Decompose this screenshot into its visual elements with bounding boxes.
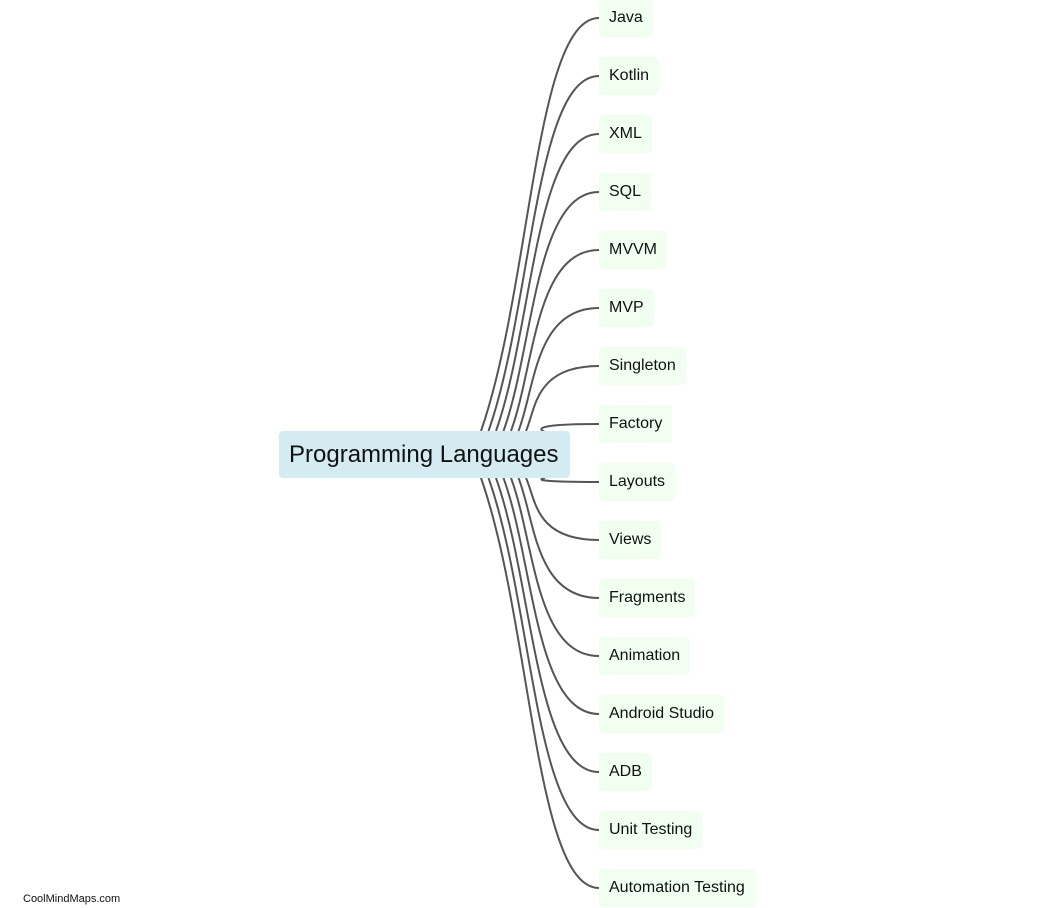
child-node[interactable]: Android Studio	[599, 695, 724, 733]
edge-connector	[495, 133, 600, 432]
child-node[interactable]: Automation Testing	[599, 869, 755, 907]
child-node[interactable]: Java	[599, 0, 653, 37]
child-node[interactable]: Views	[599, 521, 662, 559]
edge-connector	[517, 307, 600, 432]
child-node-label: MVVM	[609, 241, 657, 258]
child-node-label: Unit Testing	[609, 821, 693, 838]
child-node[interactable]: MVVM	[599, 231, 667, 269]
child-node[interactable]: Layouts	[599, 463, 676, 501]
child-node-label: SQL	[609, 183, 642, 200]
child-node[interactable]: Animation	[599, 637, 691, 675]
child-node-label: Automation Testing	[609, 879, 745, 896]
edge-connector	[525, 365, 600, 432]
child-node[interactable]: Unit Testing	[599, 811, 703, 849]
edge-connector	[525, 477, 600, 541]
edge-connector	[517, 477, 600, 599]
child-node[interactable]: MVP	[599, 289, 654, 327]
child-node[interactable]: Fragments	[599, 579, 696, 617]
child-node[interactable]: Factory	[599, 405, 673, 443]
child-node[interactable]: XML	[599, 115, 652, 153]
child-node-label: Java	[609, 9, 643, 26]
child-node-label: Android Studio	[609, 705, 714, 722]
edge-connector	[540, 477, 600, 483]
child-node-label: MVP	[609, 299, 644, 316]
watermark: CoolMindMaps.com	[23, 893, 121, 905]
child-node[interactable]: SQL	[599, 173, 652, 211]
child-node-label: XML	[609, 125, 642, 142]
child-node[interactable]: Singleton	[599, 347, 686, 385]
root-node[interactable]: Programming Languages	[279, 431, 570, 478]
child-node[interactable]: Kotlin	[599, 57, 660, 95]
child-node-label: Layouts	[609, 473, 666, 490]
child-node-label: ADB	[609, 763, 642, 780]
child-node-label: Views	[609, 531, 652, 548]
child-node[interactable]: ADB	[599, 753, 652, 791]
edge-connector	[480, 17, 600, 432]
child-node-label: Singleton	[609, 357, 676, 374]
child-node-label: Kotlin	[609, 67, 650, 84]
child-node-label: Fragments	[609, 589, 686, 606]
child-node-label: Factory	[609, 415, 663, 432]
child-node-label: Animation	[609, 647, 681, 664]
root-node-label: Programming Languages	[289, 440, 559, 468]
